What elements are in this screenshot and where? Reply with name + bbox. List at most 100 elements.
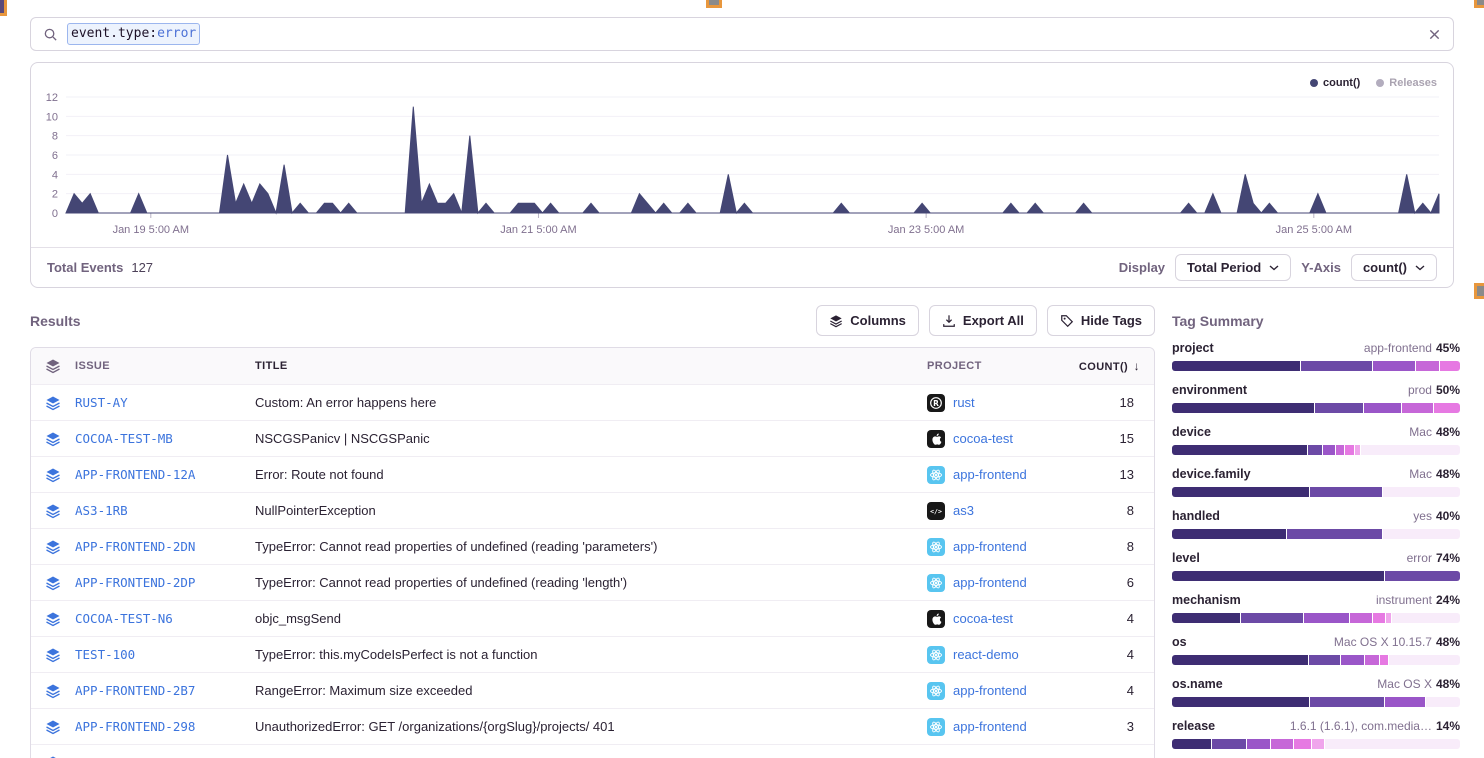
tag-bar-segment[interactable] — [1172, 613, 1240, 623]
project-link[interactable]: app-frontend — [953, 575, 1027, 590]
tag-distribution-bar[interactable] — [1172, 403, 1460, 413]
issue-stack-icon[interactable] — [31, 395, 75, 411]
project-link[interactable]: react-demo — [953, 647, 1019, 662]
tag-bar-segment[interactable] — [1172, 361, 1300, 371]
tag-bar-segment[interactable] — [1361, 445, 1460, 455]
column-header-count[interactable]: COUNT() ↓ — [1072, 359, 1154, 373]
legend-item[interactable]: count() — [1310, 77, 1360, 89]
tag-bar-segment[interactable] — [1355, 445, 1361, 455]
tag-bar-segment[interactable] — [1373, 613, 1384, 623]
tag-bar-segment[interactable] — [1336, 445, 1344, 455]
tag-bar-segment[interactable] — [1304, 613, 1349, 623]
clear-search-icon[interactable] — [1428, 28, 1441, 41]
issue-link[interactable]: APP-FRONTEND-2DN — [75, 539, 195, 554]
tag-distribution-bar[interactable] — [1172, 529, 1460, 539]
issue-link[interactable]: APP-FRONTEND-2DP — [75, 575, 195, 590]
tag-bar-segment[interactable] — [1383, 487, 1460, 497]
tag-bar-segment[interactable] — [1310, 487, 1382, 497]
resize-handle[interactable] — [1474, 0, 1484, 8]
tag-bar-segment[interactable] — [1172, 403, 1314, 413]
yaxis-dropdown[interactable]: count() — [1351, 254, 1437, 281]
tag-bar-segment[interactable] — [1271, 739, 1294, 749]
tag-bar-segment[interactable] — [1212, 739, 1246, 749]
tag-bar-segment[interactable] — [1172, 487, 1309, 497]
tag-bar-segment[interactable] — [1383, 529, 1460, 539]
tag-bar-segment[interactable] — [1315, 403, 1363, 413]
tag-bar-segment[interactable] — [1402, 403, 1433, 413]
display-dropdown[interactable]: Total Period — [1175, 254, 1291, 281]
tag-bar-segment[interactable] — [1386, 613, 1392, 623]
issue-link[interactable]: COCOA-TEST-MB — [75, 431, 173, 446]
tag-bar-segment[interactable] — [1341, 655, 1364, 665]
tag-bar-segment[interactable] — [1364, 403, 1401, 413]
issue-link[interactable]: APP-FRONTEND-298 — [75, 719, 195, 734]
issue-stack-icon[interactable] — [31, 719, 75, 735]
tag-bar-segment[interactable] — [1365, 655, 1379, 665]
tag-bar-segment[interactable] — [1416, 361, 1439, 371]
issue-stack-icon[interactable] — [31, 503, 75, 519]
tag-bar-segment[interactable] — [1325, 739, 1460, 749]
issue-stack-icon[interactable] — [31, 539, 75, 555]
tag-bar-segment[interactable] — [1247, 739, 1270, 749]
resize-handle[interactable] — [1474, 283, 1484, 299]
issue-stack-icon[interactable] — [31, 611, 75, 627]
tag-bar-segment[interactable] — [1392, 613, 1460, 623]
tag-bar-segment[interactable] — [1426, 697, 1460, 707]
tag-bar-segment[interactable] — [1345, 445, 1353, 455]
tag-distribution-bar[interactable] — [1172, 739, 1460, 749]
issue-stack-icon[interactable] — [31, 647, 75, 663]
tag-bar-segment[interactable] — [1312, 739, 1323, 749]
project-link[interactable]: rust — [953, 395, 975, 410]
export-all-button[interactable]: Export All — [929, 305, 1037, 336]
tag-bar-segment[interactable] — [1310, 697, 1384, 707]
project-link[interactable]: cocoa-test — [953, 611, 1013, 626]
columns-button[interactable]: Columns — [816, 305, 919, 336]
project-link[interactable]: app-frontend — [953, 467, 1027, 482]
tag-bar-segment[interactable] — [1308, 445, 1322, 455]
chart-legend[interactable]: count() Releases — [1310, 77, 1437, 89]
issue-stack-icon[interactable] — [31, 431, 75, 447]
tag-bar-segment[interactable] — [1172, 697, 1309, 707]
issue-stack-icon[interactable] — [31, 755, 75, 758]
tag-distribution-bar[interactable] — [1172, 655, 1460, 665]
tag-distribution-bar[interactable] — [1172, 613, 1460, 623]
column-header-title[interactable]: TITLE — [255, 360, 927, 372]
tag-distribution-bar[interactable] — [1172, 361, 1460, 371]
project-link[interactable]: app-frontend — [953, 539, 1027, 554]
resize-handle[interactable] — [0, 0, 7, 16]
tag-bar-segment[interactable] — [1389, 655, 1460, 665]
events-area-chart[interactable]: 024681012Jan 19 5:00 AMJan 21 5:00 AMJan… — [31, 63, 1453, 248]
issue-link[interactable]: RUST-AY — [75, 395, 128, 410]
tag-bar-segment[interactable] — [1323, 445, 1334, 455]
tag-bar-segment[interactable] — [1440, 361, 1460, 371]
tag-bar-segment[interactable] — [1287, 529, 1381, 539]
tag-bar-segment[interactable] — [1434, 403, 1460, 413]
column-header-project[interactable]: PROJECT — [927, 360, 1072, 372]
issue-link[interactable]: TEST-100 — [75, 647, 135, 662]
tag-bar-segment[interactable] — [1380, 655, 1388, 665]
project-link[interactable]: cocoa-test — [953, 431, 1013, 446]
issue-link[interactable]: APP-FRONTEND-12A — [75, 467, 195, 482]
tag-bar-segment[interactable] — [1172, 529, 1286, 539]
issue-link[interactable]: COCOA-TEST-N6 — [75, 611, 173, 626]
tag-bar-segment[interactable] — [1309, 655, 1340, 665]
tag-bar-segment[interactable] — [1385, 697, 1425, 707]
legend-item[interactable]: Releases — [1376, 77, 1437, 89]
issue-stack-icon[interactable] — [31, 467, 75, 483]
search-bar[interactable]: event.type:error — [30, 17, 1454, 51]
column-header-issue[interactable]: ISSUE — [75, 360, 255, 372]
tag-bar-segment[interactable] — [1373, 361, 1416, 371]
tag-distribution-bar[interactable] — [1172, 445, 1460, 455]
tag-bar-segment[interactable] — [1172, 445, 1307, 455]
tag-bar-segment[interactable] — [1350, 613, 1373, 623]
tag-distribution-bar[interactable] — [1172, 697, 1460, 707]
tag-bar-segment[interactable] — [1172, 571, 1384, 581]
issue-stack-icon[interactable] — [31, 575, 75, 591]
tag-bar-segment[interactable] — [1172, 739, 1211, 749]
tag-bar-segment[interactable] — [1385, 571, 1460, 581]
issue-link[interactable]: AS3-1RB — [75, 503, 128, 518]
tag-bar-segment[interactable] — [1241, 613, 1303, 623]
tag-bar-segment[interactable] — [1301, 361, 1372, 371]
project-link[interactable]: as3 — [953, 503, 974, 518]
issue-stack-icon[interactable] — [31, 683, 75, 699]
